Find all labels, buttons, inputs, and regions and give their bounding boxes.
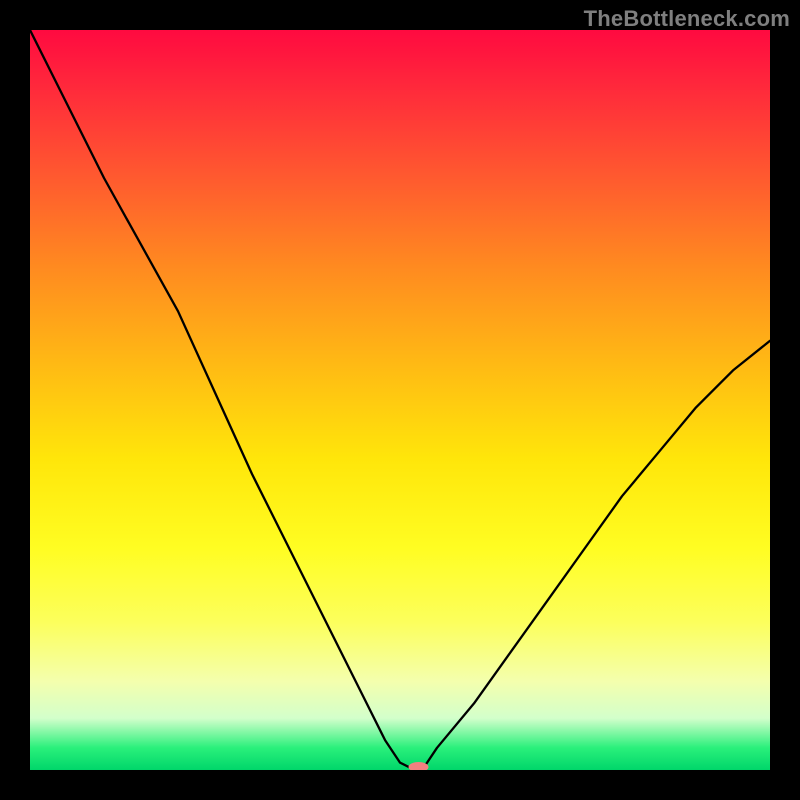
plot-area (30, 30, 770, 770)
chart-svg (30, 30, 770, 770)
watermark-text: TheBottleneck.com (584, 6, 790, 32)
bottleneck-curve (30, 30, 770, 770)
chart-frame: TheBottleneck.com (0, 0, 800, 800)
